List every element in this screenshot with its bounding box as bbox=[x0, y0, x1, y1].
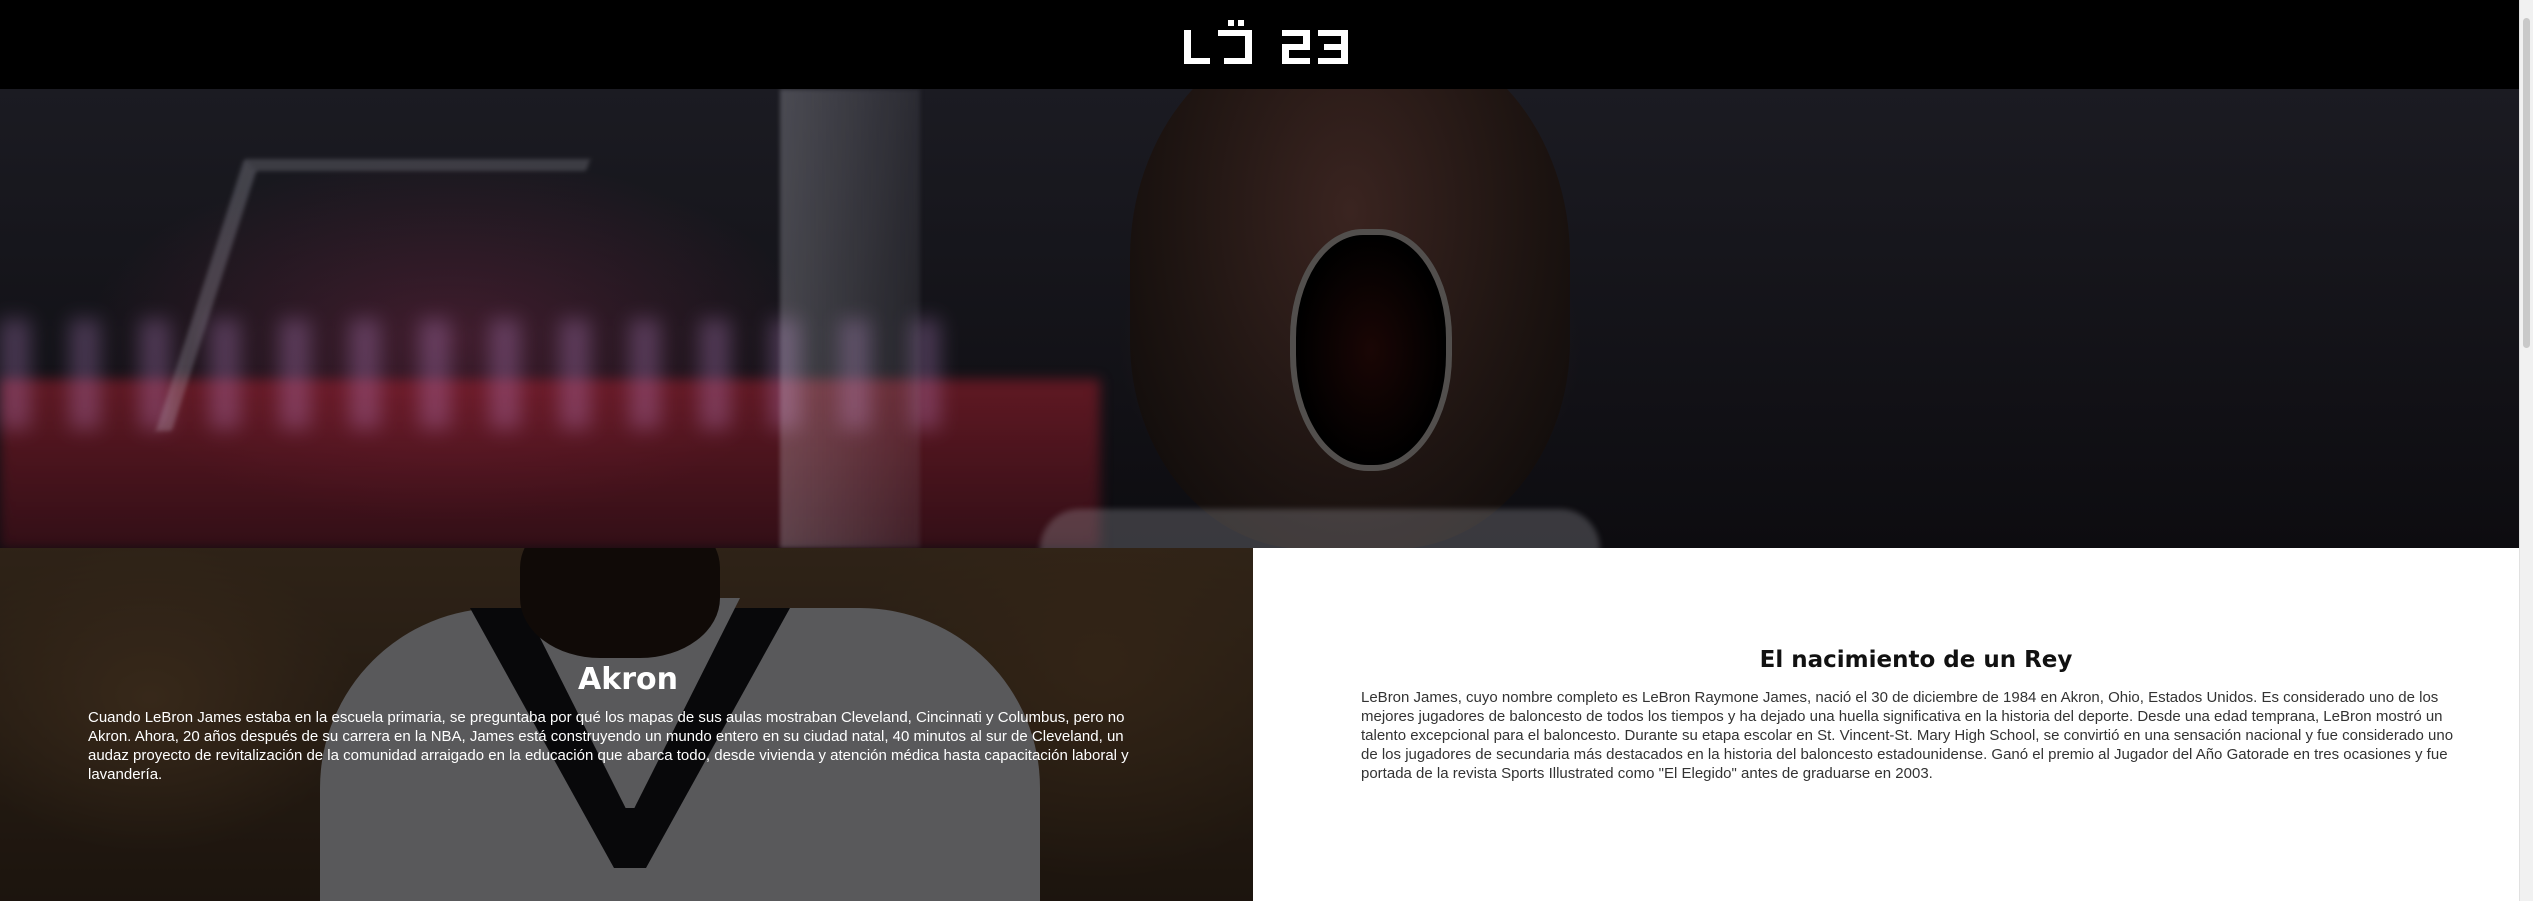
logo-link[interactable] bbox=[1182, 19, 1352, 70]
akron-text: Cuando LeBron James estaba en la escuela… bbox=[88, 709, 1129, 783]
scrollbar-thumb[interactable] bbox=[2523, 18, 2530, 348]
hero-photo-detail bbox=[1040, 509, 1600, 548]
birth-of-king-section: El nacimiento de un Rey LeBron James, cu… bbox=[1253, 548, 2520, 901]
site-header bbox=[0, 0, 2533, 89]
vertical-scrollbar[interactable] bbox=[2519, 0, 2533, 901]
birth-of-king-title: El nacimiento de un Rey bbox=[1759, 647, 2073, 673]
lj23-logo-icon bbox=[1183, 19, 1348, 64]
hero-photo-detail bbox=[1290, 229, 1452, 471]
akron-section: Akron Cuando LeBron James estaba en la e… bbox=[0, 548, 1253, 901]
birth-of-king-text: LeBron James, cuyo nombre completo es Le… bbox=[1361, 689, 2454, 782]
akron-title: Akron bbox=[578, 662, 678, 697]
hero-banner bbox=[0, 89, 2533, 548]
birth-of-king-content: El nacimiento de un Rey LeBron James, cu… bbox=[1361, 646, 2471, 783]
page: Akron Cuando LeBron James estaba en la e… bbox=[0, 0, 2533, 901]
hero-photo-detail bbox=[780, 89, 920, 548]
akron-content: Akron Cuando LeBron James estaba en la e… bbox=[88, 662, 1168, 784]
